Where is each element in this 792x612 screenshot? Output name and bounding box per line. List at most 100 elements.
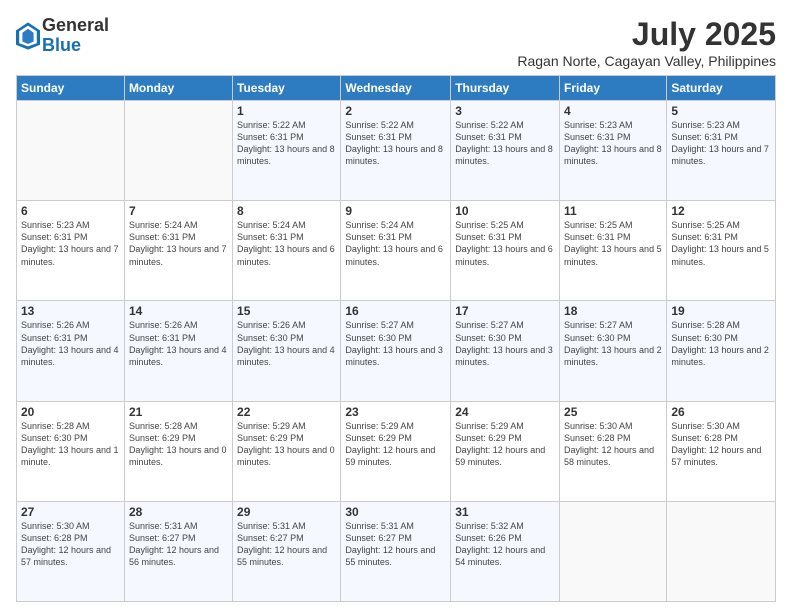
calendar-cell: 24Sunrise: 5:29 AM Sunset: 6:29 PM Dayli… (451, 401, 560, 501)
subtitle: Ragan Norte, Cagayan Valley, Philippines (517, 53, 776, 69)
day-header-friday: Friday (560, 76, 667, 101)
day-header-monday: Monday (124, 76, 232, 101)
day-number: 5 (671, 104, 771, 118)
day-number: 15 (237, 304, 336, 318)
day-number: 6 (21, 204, 120, 218)
cell-content: Sunrise: 5:23 AM Sunset: 6:31 PM Dayligh… (564, 119, 662, 168)
day-number: 11 (564, 204, 662, 218)
day-number: 7 (129, 204, 228, 218)
calendar-cell: 25Sunrise: 5:30 AM Sunset: 6:28 PM Dayli… (560, 401, 667, 501)
day-number: 3 (455, 104, 555, 118)
calendar-cell: 14Sunrise: 5:26 AM Sunset: 6:31 PM Dayli… (124, 301, 232, 401)
cell-content: Sunrise: 5:27 AM Sunset: 6:30 PM Dayligh… (455, 319, 555, 368)
calendar-cell: 19Sunrise: 5:28 AM Sunset: 6:30 PM Dayli… (667, 301, 776, 401)
cell-content: Sunrise: 5:24 AM Sunset: 6:31 PM Dayligh… (345, 219, 446, 268)
calendar-cell: 29Sunrise: 5:31 AM Sunset: 6:27 PM Dayli… (233, 501, 341, 601)
cell-content: Sunrise: 5:31 AM Sunset: 6:27 PM Dayligh… (129, 520, 228, 569)
cell-content: Sunrise: 5:22 AM Sunset: 6:31 PM Dayligh… (237, 119, 336, 168)
cell-content: Sunrise: 5:28 AM Sunset: 6:30 PM Dayligh… (671, 319, 771, 368)
title-block: July 2025 Ragan Norte, Cagayan Valley, P… (517, 16, 776, 69)
day-number: 9 (345, 204, 446, 218)
calendar-week-row: 6Sunrise: 5:23 AM Sunset: 6:31 PM Daylig… (17, 201, 776, 301)
calendar-cell: 18Sunrise: 5:27 AM Sunset: 6:30 PM Dayli… (560, 301, 667, 401)
calendar-cell: 3Sunrise: 5:22 AM Sunset: 6:31 PM Daylig… (451, 101, 560, 201)
day-number: 26 (671, 405, 771, 419)
day-number: 25 (564, 405, 662, 419)
logo-icon (16, 22, 40, 50)
day-header-wednesday: Wednesday (341, 76, 451, 101)
day-number: 10 (455, 204, 555, 218)
calendar-cell: 13Sunrise: 5:26 AM Sunset: 6:31 PM Dayli… (17, 301, 125, 401)
day-number: 17 (455, 304, 555, 318)
day-number: 12 (671, 204, 771, 218)
calendar-cell: 8Sunrise: 5:24 AM Sunset: 6:31 PM Daylig… (233, 201, 341, 301)
day-number: 28 (129, 505, 228, 519)
cell-content: Sunrise: 5:24 AM Sunset: 6:31 PM Dayligh… (237, 219, 336, 268)
day-number: 19 (671, 304, 771, 318)
cell-content: Sunrise: 5:28 AM Sunset: 6:29 PM Dayligh… (129, 420, 228, 469)
calendar-cell: 1Sunrise: 5:22 AM Sunset: 6:31 PM Daylig… (233, 101, 341, 201)
header: General Blue July 2025 Ragan Norte, Caga… (16, 16, 776, 69)
logo-blue: Blue (42, 36, 109, 56)
day-header-thursday: Thursday (451, 76, 560, 101)
cell-content: Sunrise: 5:23 AM Sunset: 6:31 PM Dayligh… (21, 219, 120, 268)
day-number: 21 (129, 405, 228, 419)
day-number: 18 (564, 304, 662, 318)
day-number: 30 (345, 505, 446, 519)
cell-content: Sunrise: 5:25 AM Sunset: 6:31 PM Dayligh… (564, 219, 662, 268)
logo-text: General Blue (42, 16, 109, 56)
calendar-cell: 5Sunrise: 5:23 AM Sunset: 6:31 PM Daylig… (667, 101, 776, 201)
day-number: 27 (21, 505, 120, 519)
calendar-header-row: SundayMondayTuesdayWednesdayThursdayFrid… (17, 76, 776, 101)
cell-content: Sunrise: 5:30 AM Sunset: 6:28 PM Dayligh… (564, 420, 662, 469)
day-number: 20 (21, 405, 120, 419)
calendar-cell (17, 101, 125, 201)
cell-content: Sunrise: 5:26 AM Sunset: 6:30 PM Dayligh… (237, 319, 336, 368)
cell-content: Sunrise: 5:22 AM Sunset: 6:31 PM Dayligh… (455, 119, 555, 168)
cell-content: Sunrise: 5:23 AM Sunset: 6:31 PM Dayligh… (671, 119, 771, 168)
cell-content: Sunrise: 5:26 AM Sunset: 6:31 PM Dayligh… (21, 319, 120, 368)
calendar-cell: 22Sunrise: 5:29 AM Sunset: 6:29 PM Dayli… (233, 401, 341, 501)
cell-content: Sunrise: 5:31 AM Sunset: 6:27 PM Dayligh… (345, 520, 446, 569)
main-title: July 2025 (517, 16, 776, 53)
day-number: 16 (345, 304, 446, 318)
calendar-cell: 28Sunrise: 5:31 AM Sunset: 6:27 PM Dayli… (124, 501, 232, 601)
calendar-cell: 30Sunrise: 5:31 AM Sunset: 6:27 PM Dayli… (341, 501, 451, 601)
cell-content: Sunrise: 5:25 AM Sunset: 6:31 PM Dayligh… (455, 219, 555, 268)
cell-content: Sunrise: 5:27 AM Sunset: 6:30 PM Dayligh… (345, 319, 446, 368)
calendar-cell: 2Sunrise: 5:22 AM Sunset: 6:31 PM Daylig… (341, 101, 451, 201)
calendar-week-row: 1Sunrise: 5:22 AM Sunset: 6:31 PM Daylig… (17, 101, 776, 201)
calendar-week-row: 27Sunrise: 5:30 AM Sunset: 6:28 PM Dayli… (17, 501, 776, 601)
page: General Blue July 2025 Ragan Norte, Caga… (0, 0, 792, 612)
day-number: 14 (129, 304, 228, 318)
day-number: 2 (345, 104, 446, 118)
day-number: 4 (564, 104, 662, 118)
logo-general: General (42, 16, 109, 36)
calendar-cell: 27Sunrise: 5:30 AM Sunset: 6:28 PM Dayli… (17, 501, 125, 601)
day-number: 23 (345, 405, 446, 419)
cell-content: Sunrise: 5:28 AM Sunset: 6:30 PM Dayligh… (21, 420, 120, 469)
calendar-cell: 7Sunrise: 5:24 AM Sunset: 6:31 PM Daylig… (124, 201, 232, 301)
day-header-saturday: Saturday (667, 76, 776, 101)
day-number: 1 (237, 104, 336, 118)
calendar-table: SundayMondayTuesdayWednesdayThursdayFrid… (16, 75, 776, 602)
calendar-cell: 20Sunrise: 5:28 AM Sunset: 6:30 PM Dayli… (17, 401, 125, 501)
calendar-cell: 9Sunrise: 5:24 AM Sunset: 6:31 PM Daylig… (341, 201, 451, 301)
calendar-cell: 16Sunrise: 5:27 AM Sunset: 6:30 PM Dayli… (341, 301, 451, 401)
cell-content: Sunrise: 5:27 AM Sunset: 6:30 PM Dayligh… (564, 319, 662, 368)
calendar-cell (124, 101, 232, 201)
day-number: 29 (237, 505, 336, 519)
logo: General Blue (16, 16, 109, 56)
cell-content: Sunrise: 5:32 AM Sunset: 6:26 PM Dayligh… (455, 520, 555, 569)
day-header-sunday: Sunday (17, 76, 125, 101)
calendar-cell (667, 501, 776, 601)
calendar-cell: 10Sunrise: 5:25 AM Sunset: 6:31 PM Dayli… (451, 201, 560, 301)
calendar-week-row: 13Sunrise: 5:26 AM Sunset: 6:31 PM Dayli… (17, 301, 776, 401)
calendar-week-row: 20Sunrise: 5:28 AM Sunset: 6:30 PM Dayli… (17, 401, 776, 501)
day-number: 31 (455, 505, 555, 519)
cell-content: Sunrise: 5:29 AM Sunset: 6:29 PM Dayligh… (345, 420, 446, 469)
calendar-cell: 23Sunrise: 5:29 AM Sunset: 6:29 PM Dayli… (341, 401, 451, 501)
day-header-tuesday: Tuesday (233, 76, 341, 101)
calendar-cell (560, 501, 667, 601)
cell-content: Sunrise: 5:30 AM Sunset: 6:28 PM Dayligh… (21, 520, 120, 569)
